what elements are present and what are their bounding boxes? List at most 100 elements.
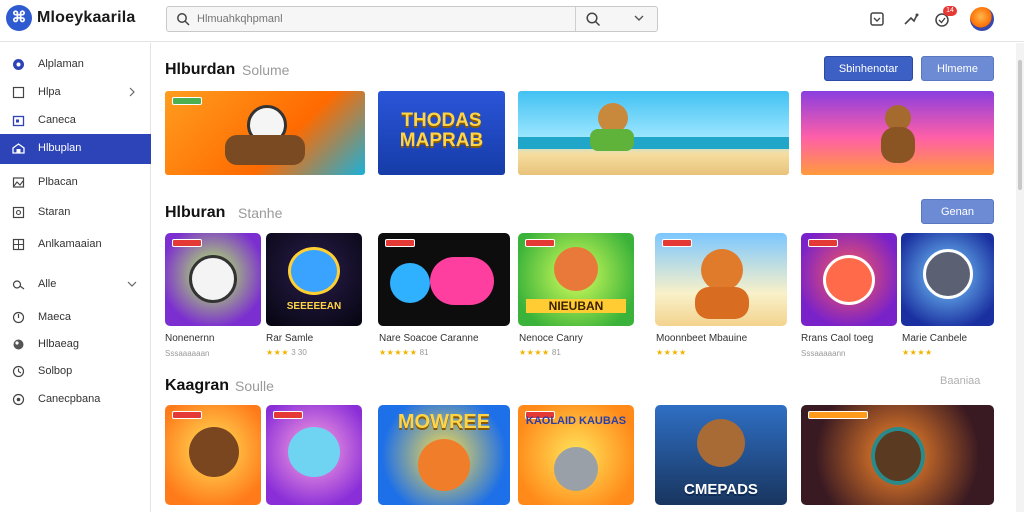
game-name[interactable]: Rrans Caol toeg xyxy=(801,333,873,344)
character-art xyxy=(823,255,875,305)
character-art xyxy=(418,439,470,491)
banner-sea xyxy=(518,137,789,149)
featured-banner[interactable] xyxy=(518,91,789,175)
chevron-down-icon[interactable] xyxy=(127,279,137,289)
notification-badge: 14 xyxy=(943,6,957,16)
character-art xyxy=(390,263,430,303)
featured-banner[interactable] xyxy=(165,91,365,175)
rating-stars: ★★★★ xyxy=(519,348,550,357)
badge-tag xyxy=(172,411,202,419)
game-tile[interactable] xyxy=(655,233,787,326)
character-art xyxy=(871,427,925,485)
game-tile[interactable] xyxy=(801,233,897,326)
tile-logo-text: SEEEEEAN xyxy=(286,301,342,312)
character-art xyxy=(881,127,915,163)
badge-tag xyxy=(808,411,868,419)
section-action-button[interactable]: Sbinhenotar xyxy=(824,56,913,81)
character-art xyxy=(189,255,237,303)
user-avatar[interactable] xyxy=(970,7,994,31)
section-title: Hlburdan xyxy=(165,61,236,78)
game-tile[interactable]: MOWREE xyxy=(378,405,510,505)
game-tile[interactable] xyxy=(378,233,510,326)
game-name[interactable]: Moonnbeet Mbauine xyxy=(656,333,747,344)
character-art xyxy=(590,129,634,151)
sidebar-item-alle[interactable]: Alle xyxy=(0,270,151,300)
game-name[interactable]: Nonenernn xyxy=(165,333,214,344)
game-tile[interactable] xyxy=(801,405,994,505)
download-icon[interactable] xyxy=(868,10,886,28)
sidebar-item-plbacan[interactable]: Plbacan xyxy=(0,168,151,198)
game-tile[interactable]: KAOLAID KAUBAS xyxy=(518,405,634,505)
game-name[interactable]: Nare Soacoe Caranne xyxy=(379,333,479,344)
sidebar-item-hlbaeag[interactable]: Hlbaeag xyxy=(0,330,151,360)
sidebar-item-maeca[interactable]: Maeca xyxy=(0,303,151,333)
share-icon[interactable] xyxy=(902,10,920,28)
section-subtitle: Solume xyxy=(242,62,290,78)
sidebar: Alplaman Hlpa Caneca Hlbuplan Plbacan St… xyxy=(0,43,151,512)
scrollbar-thumb[interactable] xyxy=(1018,60,1022,190)
featured-banner[interactable] xyxy=(801,91,994,175)
game-tile[interactable] xyxy=(266,405,362,505)
rating-stars: ★★★ xyxy=(266,348,290,357)
tile-logo-text: MOWREE xyxy=(397,411,491,433)
see-all-link[interactable]: Baaniaa xyxy=(940,375,980,387)
sidebar-item-canecpbana[interactable]: Canecpbana xyxy=(0,385,151,415)
game-tile[interactable] xyxy=(165,233,261,326)
sidebar-item-solbop[interactable]: Solbop xyxy=(0,357,151,387)
badge-tag xyxy=(662,239,692,247)
sidebar-item-label: Anlkamaaian xyxy=(38,238,102,250)
character-art xyxy=(701,249,743,291)
sidebar-item-staran[interactable]: Staran xyxy=(0,198,151,228)
section-title: Hlburan xyxy=(165,204,226,221)
chevron-down-icon[interactable] xyxy=(633,12,645,24)
gamepad-icon xyxy=(12,143,25,154)
sidebar-item-label: Canecpbana xyxy=(38,393,101,405)
sidebar-item-caneca[interactable]: Caneca xyxy=(0,106,151,136)
sidebar-item-hlpa[interactable]: Hlpa xyxy=(0,78,151,108)
tile-logo-text: KAOLAID KAUBAS xyxy=(525,415,627,427)
game-rating: 81 xyxy=(419,348,429,357)
badge-tag xyxy=(172,97,202,105)
badge-tag xyxy=(172,239,202,247)
apps-icon xyxy=(12,238,25,251)
game-tile[interactable] xyxy=(901,233,994,326)
badge-tag xyxy=(385,239,415,247)
sidebar-item-label: Hlbuplan xyxy=(38,142,82,154)
game-tile[interactable] xyxy=(165,405,261,505)
sidebar-item-label: Solbop xyxy=(38,365,73,377)
search-submit-icon[interactable] xyxy=(585,11,601,27)
badge-tag xyxy=(808,239,838,247)
featured-banner[interactable]: THODAS MAPRAB xyxy=(378,91,505,175)
character-art xyxy=(554,247,598,291)
sidebar-item-alplaman[interactable]: Alplaman xyxy=(0,50,151,80)
character-art xyxy=(288,427,340,477)
section-action-button[interactable]: Genan xyxy=(921,199,994,224)
game-rating: Sssaaaaann xyxy=(801,349,846,358)
chevron-right-icon[interactable] xyxy=(127,87,137,97)
section-subtitle: Soulle xyxy=(235,378,274,394)
badge-tag xyxy=(273,411,303,419)
character-art xyxy=(430,257,494,305)
brand-logo[interactable]: ⌘ xyxy=(6,5,32,31)
brand-name[interactable]: Mloeykaarila xyxy=(37,9,135,27)
game-rating-row: ★★★ 3 30 xyxy=(266,348,307,357)
search-input[interactable] xyxy=(197,10,597,28)
app-window: ⌘ Mloeykaarila 14 Alplaman Hlpa Caneca xyxy=(0,0,1024,512)
game-name[interactable]: Nenoce Canry xyxy=(519,333,583,344)
game-tile[interactable]: SEEEEEAN xyxy=(266,233,362,326)
sidebar-item-label: Alplaman xyxy=(38,58,84,70)
game-rating-row: ★★★★ 81 xyxy=(519,348,561,357)
compass-icon xyxy=(12,311,25,324)
game-name[interactable]: Marie Canbele xyxy=(902,333,967,344)
sidebar-item-label: Hlbaeag xyxy=(38,338,79,350)
sidebar-item-label: Hlpa xyxy=(38,86,61,98)
bookmark-icon xyxy=(12,86,25,99)
game-tile[interactable]: NIEUBAN xyxy=(518,233,634,326)
top-bar: ⌘ Mloeykaarila 14 xyxy=(0,0,1024,42)
sidebar-item-hlbuplan[interactable]: Hlbuplan xyxy=(0,134,151,164)
game-tile[interactable]: CMEPADS xyxy=(655,405,787,505)
character-art xyxy=(695,287,749,319)
game-name[interactable]: Rar Samle xyxy=(266,333,313,344)
section-secondary-button[interactable]: Hlmeme xyxy=(921,56,994,81)
sidebar-item-anlkamaaian[interactable]: Anlkamaaian xyxy=(0,230,151,260)
